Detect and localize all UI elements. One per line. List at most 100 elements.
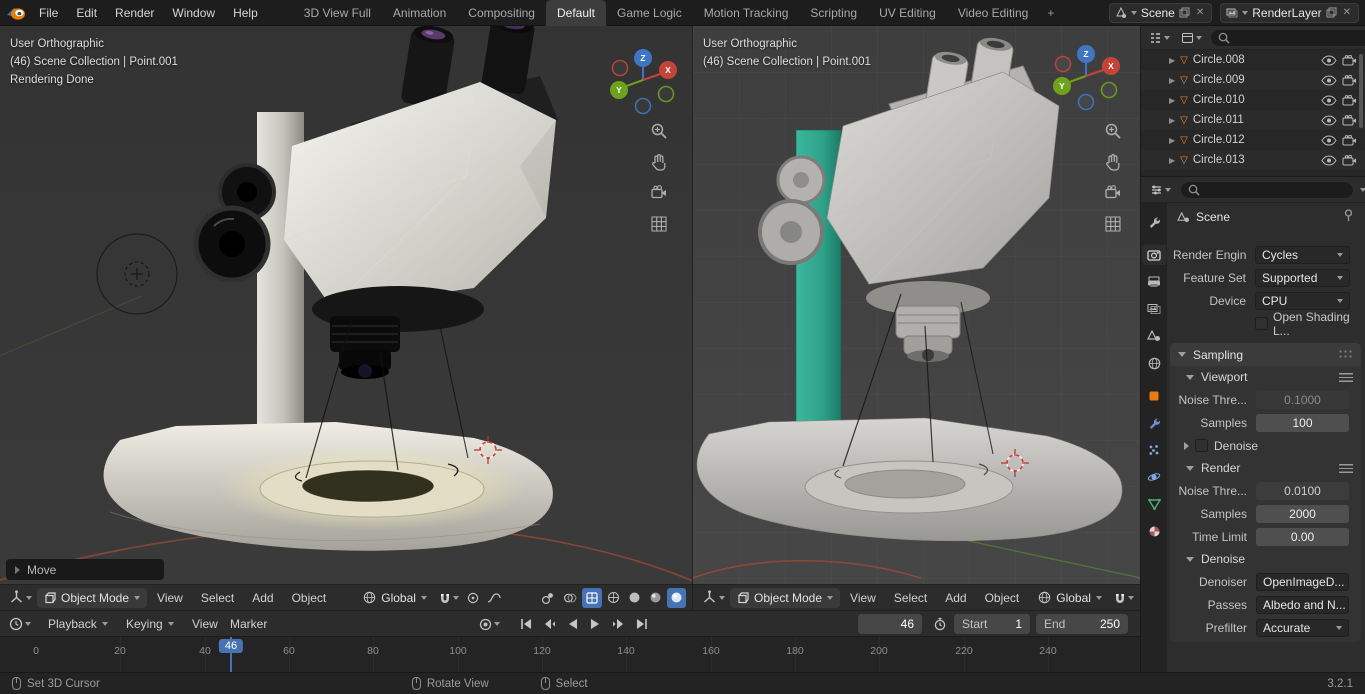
zoom-icon[interactable] (650, 122, 668, 140)
expand-icon[interactable]: ▶ (1169, 136, 1175, 145)
new-layer-icon[interactable] (1326, 7, 1337, 18)
workspace-tab-uv-editing[interactable]: UV Editing (868, 0, 947, 26)
renderlayer-selector[interactable]: RenderLayer ✕ (1220, 2, 1359, 23)
blender-logo-icon[interactable] (6, 4, 26, 22)
viewport-menu-object[interactable]: Object (284, 591, 335, 605)
expand-icon[interactable]: ▶ (1169, 56, 1175, 65)
end-frame-field[interactable]: End 250 (1036, 614, 1128, 634)
viewport-subpanel-header[interactable]: Viewport (1170, 366, 1361, 388)
output-properties-tab[interactable] (1142, 272, 1166, 292)
scene-selector[interactable]: Scene ✕ (1108, 2, 1213, 23)
breadcrumb-scene[interactable]: Scene (1196, 210, 1230, 224)
transform-orientation-dropdown[interactable]: Global (356, 588, 434, 608)
viewport-denoise-checkbox[interactable] (1195, 439, 1208, 452)
gizmo-z[interactable]: Z (1083, 49, 1088, 59)
viewport-samples-field[interactable]: 100 (1256, 413, 1349, 432)
outliner-search[interactable] (1210, 28, 1365, 47)
toggle-grid-icon[interactable] (1104, 215, 1122, 233)
play-reverse-button[interactable] (564, 614, 582, 634)
disable-render-camera-icon[interactable] (1342, 94, 1357, 106)
playback-menu[interactable]: Playback (48, 614, 108, 634)
shading-solid-icon[interactable] (625, 588, 644, 608)
mode-dropdown[interactable]: Object Mode (730, 587, 841, 608)
hide-eye-icon[interactable] (1321, 74, 1337, 86)
gizmo-z[interactable]: Z (640, 53, 645, 63)
panel-grip-icon[interactable] (1338, 349, 1353, 360)
hide-eye-icon[interactable] (1321, 134, 1337, 146)
expand-icon[interactable]: ▶ (1169, 96, 1175, 105)
editor-type-button[interactable] (699, 588, 728, 608)
menu-file[interactable]: File (30, 0, 67, 26)
gizmo-x[interactable]: X (1108, 61, 1114, 71)
editor-type-button[interactable] (6, 588, 35, 608)
workspace-tab-3d-view-full[interactable]: 3D View Full (293, 0, 382, 26)
modifier-properties-tab[interactable] (1142, 413, 1166, 433)
zoom-icon[interactable] (1104, 122, 1122, 140)
viewport-menu-object[interactable]: Object (977, 591, 1028, 605)
camera-view-icon[interactable] (1104, 184, 1122, 202)
snap-toggle[interactable] (1111, 588, 1137, 608)
render-engine-dropdown[interactable]: Cycles (1255, 245, 1350, 264)
osl-checkbox[interactable] (1255, 317, 1268, 330)
disable-render-camera-icon[interactable] (1342, 134, 1357, 146)
expand-icon[interactable]: ▶ (1169, 76, 1175, 85)
properties-search[interactable] (1180, 180, 1354, 199)
pin-icon[interactable] (1343, 209, 1354, 225)
jump-next-keyframe-button[interactable] (608, 614, 628, 634)
menu-edit[interactable]: Edit (67, 0, 106, 26)
denoise-subpanel-header[interactable]: Denoise (1170, 548, 1361, 570)
use-preview-range-button[interactable] (930, 614, 950, 634)
particle-properties-tab[interactable] (1142, 440, 1166, 460)
preset-menu-icon[interactable] (1339, 372, 1353, 382)
jump-to-start-button[interactable] (516, 614, 536, 634)
disable-render-camera-icon[interactable] (1342, 114, 1357, 126)
physics-properties-tab[interactable] (1142, 467, 1166, 487)
viewport-menu-add[interactable]: Add (937, 591, 974, 605)
outliner-search-input[interactable] (1234, 31, 1365, 44)
timeline-ruler[interactable]: 0 20 40 60 80 100 120 140 160 180 200 22… (0, 636, 1140, 672)
gizmo-y[interactable]: Y (1059, 81, 1065, 91)
pan-hand-icon[interactable] (650, 153, 668, 171)
mode-dropdown[interactable]: Object Mode (37, 587, 148, 608)
device-dropdown[interactable]: CPU (1255, 291, 1350, 310)
workspace-tab-compositing[interactable]: Compositing (457, 0, 546, 26)
navigation-gizmo[interactable]: Z Y X (1049, 42, 1121, 114)
viewport-3d-solid[interactable]: User Orthographic (46) Scene Collection … (692, 26, 1140, 610)
outliner-editor-type-button[interactable] (1146, 28, 1173, 48)
disable-render-camera-icon[interactable] (1342, 74, 1357, 86)
workspace-tab-default[interactable]: Default (545, 0, 607, 26)
falloff-curve-icon[interactable] (484, 588, 504, 608)
play-button[interactable] (586, 614, 604, 634)
outliner-row-circle-009[interactable]: ▶ ▽ Circle.009 (1141, 70, 1365, 90)
unlink-scene-icon[interactable]: ✕ (1194, 7, 1206, 18)
menu-window[interactable]: Window (163, 0, 224, 26)
timeline-editor-type-button[interactable] (6, 614, 34, 634)
viewport-menu-view[interactable]: View (149, 591, 191, 605)
current-frame-field[interactable]: 46 (858, 614, 922, 634)
outliner-row-circle-008[interactable]: ▶ ▽ Circle.008 (1141, 50, 1365, 70)
disable-render-camera-icon[interactable] (1342, 54, 1357, 66)
render-subpanel-header[interactable]: Render (1170, 457, 1361, 479)
world-properties-tab[interactable] (1142, 353, 1166, 373)
filter-options-chevron[interactable] (1360, 187, 1365, 192)
passes-dropdown[interactable]: Albedo and N... (1256, 595, 1349, 614)
object-data-properties-tab[interactable] (1142, 494, 1166, 514)
preset-menu-icon[interactable] (1339, 463, 1353, 473)
shading-material-icon[interactable] (646, 588, 665, 608)
outliner-scrollbar[interactable] (1359, 54, 1363, 128)
auto-keying-record-button[interactable] (476, 614, 503, 634)
gizmo-x[interactable]: X (665, 65, 671, 75)
snap-toggle[interactable] (436, 588, 462, 608)
viewport-noise-threshold-field[interactable]: 0.1000 (1256, 390, 1349, 409)
time-limit-field[interactable]: 0.00 (1256, 527, 1349, 546)
pan-hand-icon[interactable] (1104, 153, 1122, 171)
camera-view-icon[interactable] (650, 184, 668, 202)
transform-orientation-dropdown[interactable]: Global (1031, 588, 1109, 608)
start-frame-field[interactable]: Start 1 (954, 614, 1030, 634)
add-workspace-button[interactable]: + (1039, 0, 1062, 26)
workspace-tab-game-logic[interactable]: Game Logic (606, 0, 693, 26)
toggle-grid-icon[interactable] (650, 215, 668, 233)
viewport-menu-select[interactable]: Select (886, 591, 935, 605)
hide-eye-icon[interactable] (1321, 54, 1337, 66)
shading-wireframe-icon[interactable] (604, 588, 623, 608)
